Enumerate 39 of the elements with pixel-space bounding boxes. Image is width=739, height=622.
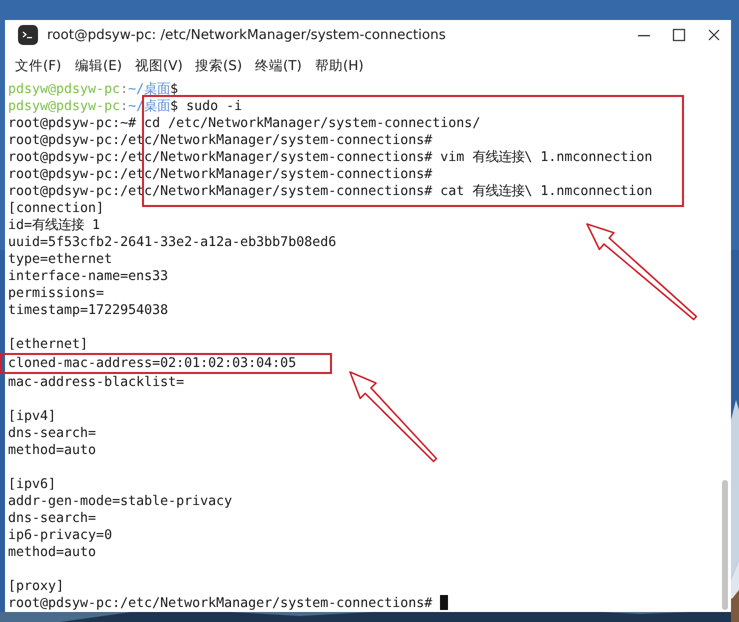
terminal-line: type=ethernet — [8, 252, 112, 267]
terminal-text: $ sudo -i — [170, 99, 242, 114]
terminal-text: : — [120, 99, 128, 114]
terminal-line: dns-search= — [8, 511, 96, 526]
prompt-user: pdsyw@pdsyw-pc — [8, 99, 120, 114]
menu-item[interactable]: 终端(T) — [255, 56, 303, 74]
terminal-line: [ethernet] — [8, 337, 88, 352]
prompt-path: ~/桌面 — [128, 82, 170, 97]
terminal-line: method=auto — [8, 545, 96, 560]
terminal-line: method=auto — [8, 443, 96, 458]
terminal-line: mac-address-blacklist= — [8, 375, 184, 390]
terminal-line: [ipv6] — [8, 477, 56, 492]
terminal-line: permissions= — [8, 286, 104, 301]
window-title: root@pdsyw-pc: /etc/NetworkManager/system-connections — [47, 27, 446, 43]
menu-item[interactable]: 编辑(E) — [75, 56, 123, 74]
terminal-line: interface-name=ens33 — [8, 269, 168, 284]
maximize-button[interactable] — [672, 28, 686, 42]
terminal-line: root@pdsyw-pc:~# cd /etc/NetworkManager/system-connections/ — [8, 116, 480, 131]
prompt-user: pdsyw@pdsyw-pc — [8, 82, 120, 97]
menu-item[interactable]: 搜索(S) — [195, 56, 243, 74]
terminal-line: [connection] — [8, 201, 104, 216]
terminal-line: uuid=5f53cfb2-2641-33e2-a12a-eb3bb7b08ed6 — [8, 235, 336, 250]
terminal-text: $ — [170, 82, 178, 97]
terminal-line: addr-gen-mode=stable-privacy — [8, 494, 232, 509]
scrollbar-thumb[interactable] — [722, 480, 728, 610]
close-button[interactable] — [707, 28, 721, 42]
terminal-line: id=有线连接 1 — [8, 218, 100, 233]
terminal-text: : — [120, 82, 128, 97]
menu-item[interactable]: 文件(F) — [15, 56, 63, 74]
terminal-line: [ipv4] — [8, 409, 56, 424]
menu-item[interactable]: 视图(V) — [135, 56, 183, 74]
terminal-line: ip6-privacy=0 — [8, 528, 112, 543]
terminal-line: [proxy] — [8, 579, 64, 594]
terminal-line: cloned-mac-address=02:01:02:03:04:05 — [8, 356, 296, 371]
terminal-line: timestamp=1722954038 — [8, 303, 168, 318]
terminal-line: dns-search= — [8, 426, 96, 441]
terminal-line: root@pdsyw-pc:/etc/NetworkManager/system-connections# — [8, 596, 432, 611]
menu-item[interactable]: 帮助(H) — [315, 56, 364, 74]
terminal-icon — [18, 25, 38, 45]
